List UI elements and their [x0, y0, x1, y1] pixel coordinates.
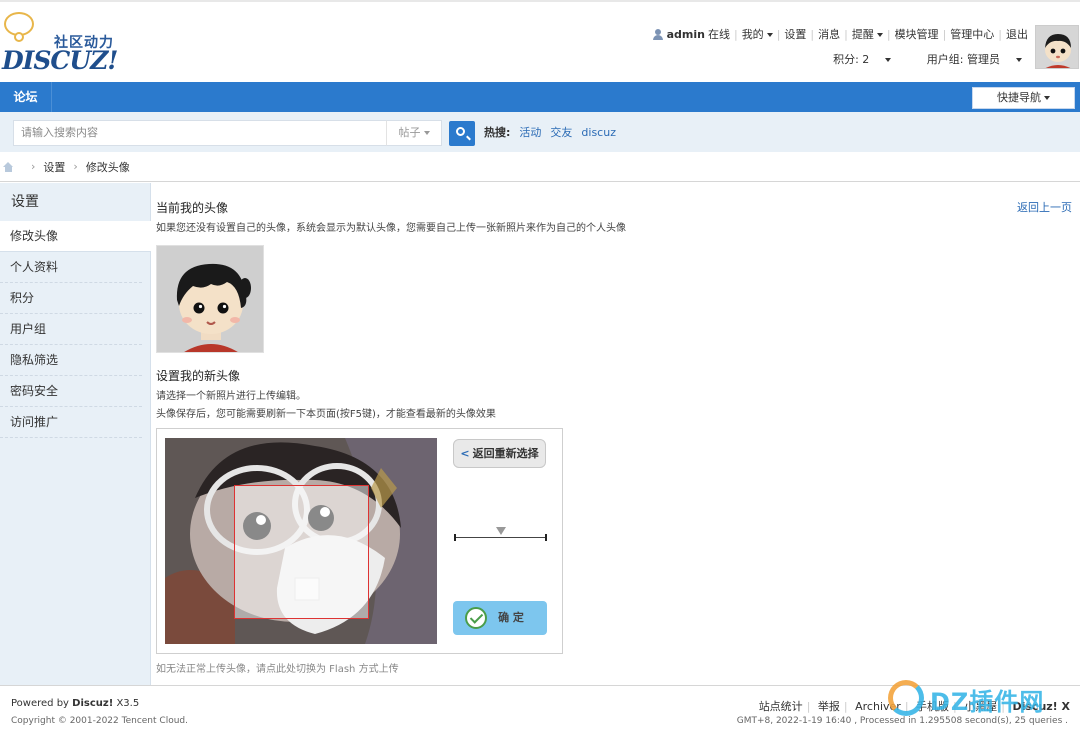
top-header: 社区动力 DISCUZ! admin 在线 | 我的 | 设置 | 消息 | 提…: [0, 0, 1080, 82]
hot-search: 热搜: 活动 交友 discuz: [484, 124, 616, 140]
main-nav: 论坛 快捷导航: [0, 82, 1080, 112]
breadcrumb-separator: ›: [31, 160, 36, 173]
flash-upload-link[interactable]: 如无法正常上传头像，请点此处切换为 Flash 方式上传: [156, 660, 399, 675]
breadcrumb-settings[interactable]: 设置: [43, 159, 65, 175]
user-stats: 积分: 2 用户组: 管理员: [817, 51, 1022, 67]
hot-keyword[interactable]: discuz: [581, 126, 616, 139]
menu-messages[interactable]: 消息: [818, 26, 840, 42]
current-avatar-desc: 如果您还没有设置自己的头像，系统会显示为默认头像，您需要自己上传一张新照片来作为…: [156, 223, 626, 234]
avatar-editor: < 返回重新选择 确 定: [156, 428, 563, 654]
avatar-cartoon-icon: [157, 246, 263, 352]
sidebar-item-usergroup[interactable]: 用户组: [0, 314, 142, 345]
home-icon[interactable]: [3, 161, 14, 172]
search-bar: 请输入搜索内容 帖子 热搜: 活动 交友 discuz: [0, 112, 1080, 152]
slider-thumb[interactable]: [495, 527, 506, 535]
check-icon: [465, 607, 487, 629]
menu-admin-center[interactable]: 管理中心: [950, 26, 994, 42]
main-content: 当前我的头像 如果您还没有设置自己的头像，系统会显示为默认头像，您需要自己上传一…: [156, 183, 1076, 685]
search-input[interactable]: 请输入搜索内容: [13, 120, 387, 146]
sidebar-item-password[interactable]: 密码安全: [0, 376, 142, 407]
sidebar-title: 设置: [11, 194, 39, 210]
hot-keyword[interactable]: 交友: [550, 124, 572, 140]
chevron-down-icon: [876, 33, 883, 37]
reselect-button[interactable]: < 返回重新选择: [453, 439, 546, 468]
photo-crop-area[interactable]: [165, 438, 437, 644]
site-logo[interactable]: 社区动力 DISCUZ!: [2, 10, 122, 76]
copyright: Copyright © 2001-2022 Tencent Cloud.: [11, 716, 188, 726]
search-type-select[interactable]: 帖子: [386, 120, 442, 146]
slider-track: [454, 537, 547, 538]
footer-link-stats[interactable]: 站点统计: [759, 700, 803, 713]
powered-by: Powered by Discuz! X3.5: [11, 698, 140, 709]
menu-module-manage[interactable]: 模块管理: [895, 26, 939, 42]
new-avatar-desc1: 请选择一个新照片进行上传编辑。: [156, 391, 306, 402]
breadcrumb-current: 修改头像: [85, 160, 130, 174]
nav-forum[interactable]: 论坛: [0, 82, 52, 112]
menu-notices[interactable]: 提醒: [852, 26, 883, 42]
logo-bubble-icon: [4, 12, 34, 42]
chevron-down-icon: [1016, 58, 1022, 62]
watermark-text: DZ插件网: [930, 688, 1045, 716]
quick-nav-button[interactable]: 快捷导航: [972, 87, 1075, 109]
online-status: 在线: [707, 28, 730, 41]
username-link[interactable]: admin: [667, 28, 705, 41]
sidebar-item-privacy[interactable]: 隐私筛选: [0, 345, 142, 376]
current-avatar-image: [156, 245, 264, 353]
user-menu: admin 在线 | 我的 | 设置 | 消息 | 提醒 | 模块管理 | 管理…: [652, 26, 1028, 42]
current-avatar-title: 当前我的头像: [156, 201, 229, 215]
back-link[interactable]: 返回上一页: [1017, 199, 1072, 215]
confirm-button[interactable]: 确 定: [453, 601, 547, 635]
discuz-brand-link[interactable]: Discuz!: [72, 698, 113, 709]
user-avatar[interactable]: [1035, 25, 1079, 69]
breadcrumb: › 设置 › 修改头像: [0, 152, 1080, 182]
hot-search-label: 热搜:: [484, 126, 511, 139]
usergroup-menu[interactable]: 用户组: 管理员: [911, 53, 1022, 66]
sidebar-item-promotion[interactable]: 访问推广: [0, 407, 142, 438]
crop-selection-box[interactable]: [234, 485, 369, 619]
site-watermark: DZ插件网: [886, 676, 1066, 722]
chevron-left-icon: <: [460, 447, 470, 460]
logo-text-en: DISCUZ!: [2, 46, 118, 75]
menu-my[interactable]: 我的: [742, 26, 773, 42]
sidebar-item-credits[interactable]: 积分: [0, 283, 142, 314]
menu-settings[interactable]: 设置: [784, 26, 806, 42]
search-button[interactable]: [449, 121, 475, 146]
footer-link-report[interactable]: 举报: [818, 700, 840, 713]
sidebar-item-avatar[interactable]: 修改头像: [0, 221, 151, 252]
avatar-cartoon-icon: [1036, 26, 1078, 68]
user-icon: [652, 28, 663, 40]
sidebar-item-profile[interactable]: 个人资料: [0, 252, 142, 283]
chevron-down-icon: [423, 131, 430, 135]
breadcrumb-separator: ›: [73, 160, 78, 173]
slider-end-left: [454, 534, 456, 541]
slider-end-right: [545, 534, 547, 541]
settings-sidebar: 设置 修改头像 个人资料 积分 用户组 隐私筛选 密码安全 访问推广: [0, 183, 151, 685]
chevron-down-icon: [766, 33, 773, 37]
points-menu[interactable]: 积分: 2: [817, 53, 892, 66]
chevron-down-icon: [1044, 96, 1050, 100]
watermark-logo-icon: [888, 680, 924, 716]
menu-logout[interactable]: 退出: [1006, 26, 1028, 42]
new-avatar-desc2: 头像保存后，您可能需要刷新一下本页面(按F5键)，才能查看最新的头像效果: [156, 409, 496, 420]
search-icon: [456, 127, 465, 136]
zoom-slider[interactable]: [454, 527, 547, 544]
new-avatar-title: 设置我的新头像: [156, 369, 241, 383]
hot-keyword[interactable]: 活动: [519, 124, 541, 140]
chevron-down-icon: [885, 58, 892, 62]
